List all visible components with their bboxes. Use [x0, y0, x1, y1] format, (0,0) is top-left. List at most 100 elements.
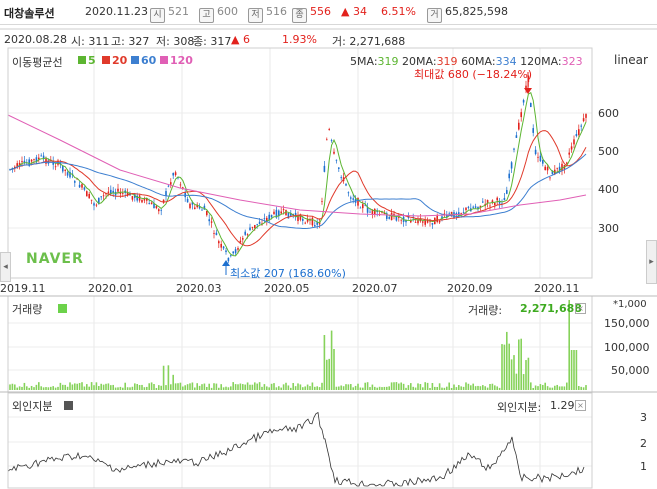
volume-bar: [362, 387, 364, 390]
volume-bar: [520, 338, 522, 390]
scale-mode-toggle[interactable]: linear: [614, 53, 648, 67]
volume-bar: [112, 384, 114, 390]
candle-body: [112, 190, 114, 193]
volume-value-label: 거래량:: [468, 304, 503, 317]
volume-bar: [198, 385, 201, 390]
volume-panel-title: 거래량: [12, 301, 69, 317]
volume-bar: [506, 331, 508, 390]
candle-body: [436, 215, 438, 222]
volume-bar: [134, 383, 136, 390]
ma20-swatch-icon: [102, 56, 110, 64]
volume-bar: [585, 385, 587, 390]
volume-bar: [69, 382, 71, 390]
volume-bar: [21, 386, 23, 390]
candle-body: [422, 221, 424, 223]
volume-bar: [35, 384, 38, 390]
scroll-left-button[interactable]: ◂: [0, 252, 11, 282]
volume-bar: [496, 386, 498, 390]
candle-body: [333, 151, 335, 154]
volume-bar: [386, 386, 388, 390]
volume-bar: [30, 385, 33, 390]
volume-bar: [410, 383, 412, 390]
volume-bar: [23, 382, 26, 390]
volume-bar: [446, 386, 448, 390]
volume-bar: [393, 382, 395, 390]
candle-body: [388, 217, 390, 219]
volume-bar: [244, 384, 246, 390]
foreign-close-icon[interactable]: ×: [575, 400, 586, 411]
candle-body: [472, 206, 474, 208]
candle-body: [561, 163, 563, 171]
volume-bar: [203, 383, 206, 390]
vol-tick: 150,000: [604, 317, 650, 330]
volume-bar: [254, 382, 256, 390]
volume-bar: [482, 385, 484, 390]
volume-bar: [371, 384, 374, 390]
volume-bar: [407, 385, 410, 390]
volume-bar: [479, 386, 482, 390]
ma-legend-20[interactable]: 20: [102, 54, 127, 67]
volume-bar: [268, 387, 270, 390]
candle-body: [242, 238, 244, 240]
volume-bar: [110, 385, 112, 390]
volume-bar: [230, 386, 232, 390]
candle-body: [534, 149, 537, 155]
volume-bar: [455, 387, 458, 390]
candle-body: [539, 155, 542, 161]
candle-body: [90, 199, 93, 201]
candle-body: [496, 197, 498, 201]
stock-chart[interactable]: [0, 0, 657, 489]
candle-body: [486, 200, 489, 203]
candle-body: [345, 183, 347, 186]
candle-body: [141, 199, 143, 203]
volume-bar: [78, 383, 81, 390]
candle-body: [263, 218, 266, 220]
volume-bar: [402, 383, 405, 390]
volume-bar: [304, 386, 306, 390]
volume-bar: [234, 384, 237, 390]
volume-bar: [266, 386, 268, 390]
volume-bar: [165, 385, 167, 390]
volume-bar: [498, 387, 501, 390]
ma-legend-60[interactable]: 60: [131, 54, 156, 67]
volume-close-icon[interactable]: ×: [575, 303, 586, 314]
volume-bar: [76, 383, 78, 390]
volume-bar: [311, 382, 314, 390]
volume-bar: [556, 384, 558, 390]
ma-legend-120[interactable]: 120: [160, 54, 193, 67]
candle-body: [395, 216, 398, 221]
volume-bar: [74, 383, 76, 390]
ma5-line: [9, 91, 587, 257]
candle-body: [518, 122, 520, 130]
volume-bar: [530, 382, 532, 390]
candle-body: [30, 159, 33, 162]
volume-bar: [237, 384, 239, 390]
volume-bar: [26, 386, 28, 390]
volume-bar: [150, 382, 153, 390]
candle-body: [270, 214, 273, 218]
candle-body: [465, 207, 467, 211]
volume-bar: [486, 387, 489, 390]
volume-bar: [436, 386, 438, 390]
volume-bar: [525, 360, 527, 390]
candle-body: [491, 200, 494, 203]
volume-bar: [40, 386, 42, 390]
candle-body: [510, 162, 513, 169]
volume-bar: [364, 382, 366, 390]
volume-bar: [131, 386, 134, 390]
volume-bar: [100, 383, 102, 390]
candle-body: [431, 223, 434, 225]
scroll-right-button[interactable]: ▸: [646, 240, 657, 284]
volume-bar: [167, 365, 170, 390]
volume-bar: [306, 384, 309, 390]
candle-body: [225, 250, 227, 253]
ma-legend-5[interactable]: 5: [78, 54, 96, 67]
candle-body: [350, 197, 352, 199]
volume-bar: [182, 386, 184, 390]
volume-bar: [494, 385, 496, 390]
volume-bar: [450, 387, 453, 390]
volume-bar: [412, 386, 414, 390]
volume-bar: [47, 387, 50, 390]
volume-bar: [453, 384, 455, 390]
volume-bar: [138, 385, 141, 390]
